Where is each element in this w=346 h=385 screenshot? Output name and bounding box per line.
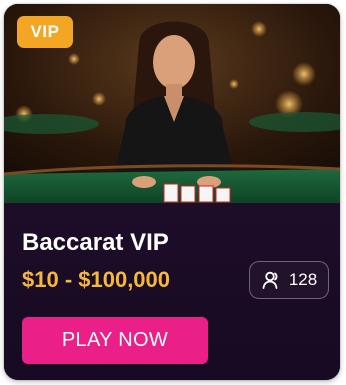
game-thumbnail[interactable]: VIP (4, 4, 340, 203)
play-now-button[interactable]: PLAY NOW (22, 317, 208, 364)
game-title: Baccarat VIP (22, 229, 169, 256)
players-count: 128 (288, 270, 318, 289)
players-count-badge: 128 (249, 261, 329, 299)
bet-range: $10 - $100,000 (22, 267, 171, 292)
game-card[interactable]: VIP Baccarat VIP $10 - $100,000 128 PLAY… (4, 4, 340, 380)
vip-badge: VIP (17, 16, 73, 48)
user-icon (261, 270, 281, 290)
card-info: Baccarat VIP $10 - $100,000 128 PLAY NOW (4, 203, 340, 380)
